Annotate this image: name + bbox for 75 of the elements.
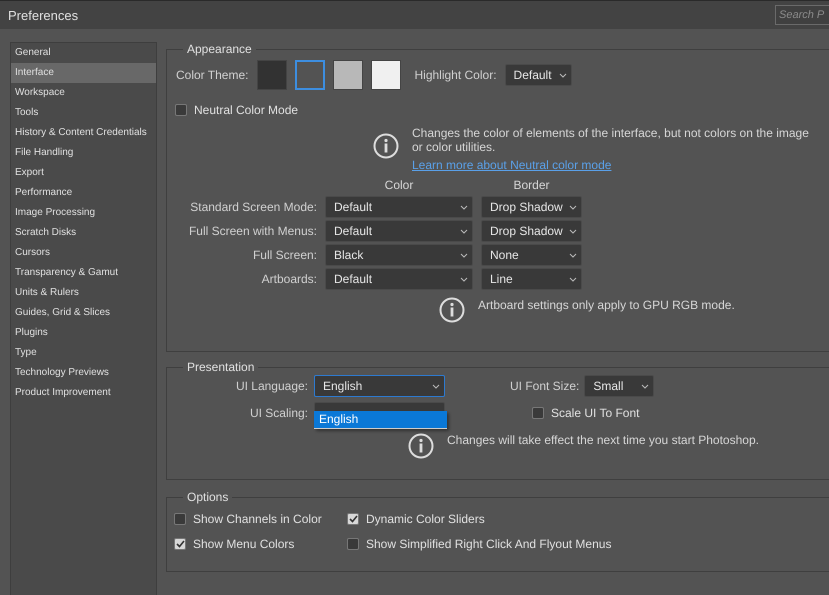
field-label: Full Screen with Menus: xyxy=(188,224,317,238)
color-select[interactable]: Default xyxy=(325,196,473,218)
sidebar-item[interactable]: Technology Previews xyxy=(11,363,156,383)
checkmark-icon xyxy=(348,515,358,523)
field-label: Color Theme: xyxy=(176,68,248,82)
info-text: Artboard settings only apply to GPU RGB mode. xyxy=(478,298,735,312)
info-text: Changes will take effect the next time you start Photoshop. xyxy=(447,433,759,447)
sidebar-item[interactable]: Interface xyxy=(11,63,156,83)
sidebar-item[interactable]: Units & Rulers xyxy=(11,283,156,303)
border-select[interactable]: Line xyxy=(481,268,582,290)
color-select[interactable]: Default xyxy=(325,220,473,242)
sidebar-item[interactable]: Transparency & Gamut xyxy=(11,263,156,283)
sidebar-item[interactable]: Product Improvement xyxy=(11,383,156,403)
window-title: Preferences xyxy=(8,8,78,22)
chevron-down-icon xyxy=(569,252,577,258)
chevron-down-icon xyxy=(460,204,468,210)
sidebar-item[interactable]: Export xyxy=(11,163,156,183)
section-title: Appearance xyxy=(186,42,253,56)
theme-swatch[interactable] xyxy=(333,60,364,90)
field-label: Full Screen: xyxy=(252,248,317,262)
search-field[interactable]: Search P xyxy=(775,5,829,25)
field-label: Artboards: xyxy=(260,272,317,286)
checkbox[interactable]: Show Simplified Right Click And Flyout Menus xyxy=(347,537,829,551)
info-icon xyxy=(439,297,465,323)
info-icon xyxy=(408,433,434,459)
font-size-select[interactable]: Small xyxy=(584,375,654,397)
sidebar-item[interactable]: Performance xyxy=(11,183,156,203)
chevron-down-icon xyxy=(432,384,440,388)
sidebar-item[interactable]: Plugins xyxy=(11,323,156,343)
section-title: Presentation xyxy=(186,360,256,374)
chevron-down-icon xyxy=(460,276,468,282)
border-select[interactable]: Drop Shadow xyxy=(481,196,582,218)
menu-item[interactable]: English xyxy=(314,411,447,428)
language-select[interactable]: English xyxy=(314,375,445,397)
column-header: Border xyxy=(512,178,551,192)
theme-swatch[interactable] xyxy=(371,60,402,90)
field-label: Standard Screen Mode: xyxy=(189,200,317,214)
column-header: Color xyxy=(384,178,414,192)
theme-swatch[interactable] xyxy=(295,60,326,90)
color-select[interactable]: Black xyxy=(325,244,473,266)
section-title: Options xyxy=(186,490,230,504)
sidebar-item[interactable]: Guides, Grid & Slices xyxy=(11,303,156,323)
chevron-down-icon xyxy=(641,384,650,388)
checkbox[interactable]: Neutral Color Mode xyxy=(175,103,298,117)
field-label: UI Language: xyxy=(234,379,308,393)
chevron-down-icon xyxy=(569,228,577,234)
checkmark-icon xyxy=(176,540,184,548)
chevron-down-icon xyxy=(558,72,567,78)
color-select[interactable]: Default xyxy=(325,268,473,290)
field-label: UI Scaling: xyxy=(248,406,308,420)
chevron-down-icon xyxy=(460,228,468,234)
chevron-down-icon xyxy=(569,204,577,210)
sidebar-item[interactable]: History & Content Credentials xyxy=(11,123,156,143)
chevron-down-icon xyxy=(460,252,468,258)
sidebar-item[interactable]: Image Processing xyxy=(11,203,156,223)
info-text: Changes the color of elements of the interface, but not colors on the image or color utilities. xyxy=(412,126,810,154)
sidebar-item[interactable]: Tools xyxy=(11,103,156,123)
field-label: UI Font Size: xyxy=(510,379,580,393)
checkbox[interactable]: Show Channels in Color xyxy=(174,512,347,526)
sidebar-item[interactable]: Workspace xyxy=(11,83,156,103)
sidebar-item[interactable]: File Handling xyxy=(11,143,156,163)
sidebar-item[interactable]: General xyxy=(11,43,156,63)
sidebar-item[interactable]: Scratch Disks xyxy=(11,223,156,243)
border-select[interactable]: Drop Shadow xyxy=(481,220,582,242)
info-icon xyxy=(373,133,399,159)
field-label: Highlight Color: xyxy=(414,68,497,82)
checkbox[interactable]: Dynamic Color Sliders xyxy=(347,512,829,526)
sidebar-item[interactable]: Type xyxy=(11,343,156,363)
border-select[interactable]: None xyxy=(481,244,582,266)
highlight-select[interactable]: Default xyxy=(504,64,572,86)
theme-swatch[interactable] xyxy=(257,60,288,90)
chevron-down-icon xyxy=(569,276,577,282)
checkbox[interactable]: Show Menu Colors xyxy=(174,537,347,551)
sidebar-item[interactable]: Cursors xyxy=(11,243,156,263)
checkbox[interactable]: Scale UI To Font xyxy=(532,406,640,420)
